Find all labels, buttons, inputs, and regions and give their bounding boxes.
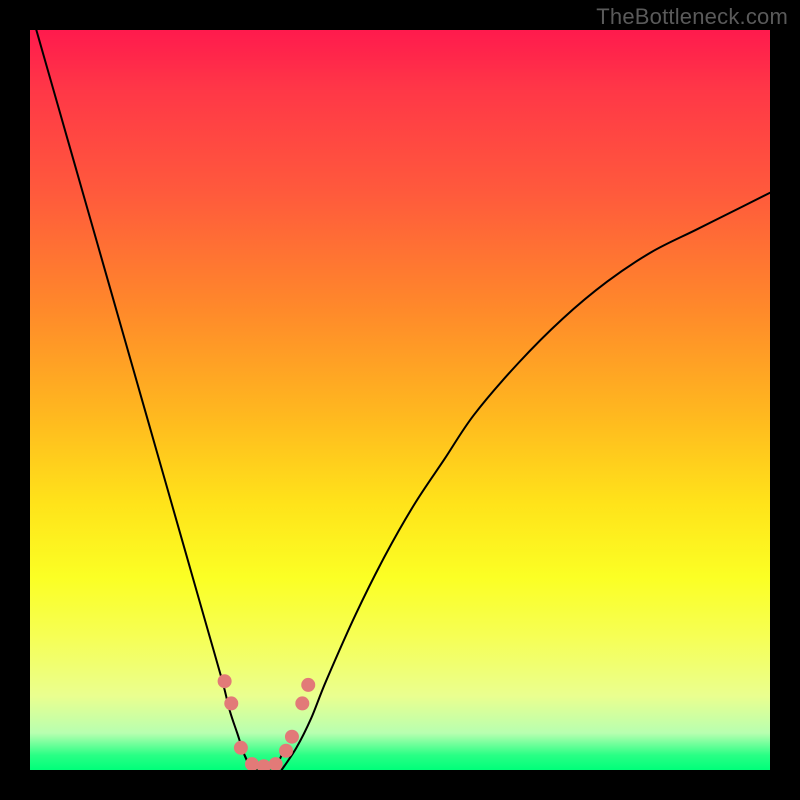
marker-dot	[285, 730, 299, 744]
marker-dot	[218, 674, 232, 688]
curve-layer	[30, 30, 770, 770]
marker-dot	[295, 696, 309, 710]
series-right-branch	[282, 193, 770, 770]
marker-dot	[234, 741, 248, 755]
marker-dot	[279, 744, 293, 758]
outer-frame: TheBottleneck.com	[0, 0, 800, 800]
plot-area	[30, 30, 770, 770]
marker-dot	[224, 696, 238, 710]
series-left-branch	[30, 30, 252, 770]
watermark-text: TheBottleneck.com	[596, 4, 788, 30]
marker-dot	[301, 678, 315, 692]
